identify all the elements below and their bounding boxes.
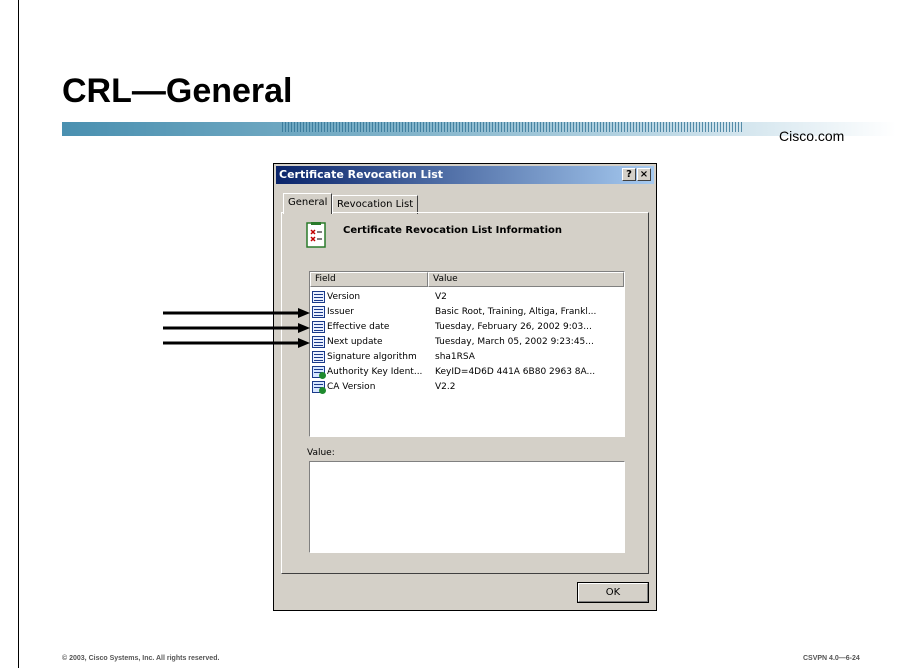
arrow-next-update bbox=[163, 338, 310, 348]
arrow-effective-date bbox=[163, 323, 310, 333]
copyright-footer: © 2003, Cisco Systems, Inc. All rights r… bbox=[62, 655, 220, 662]
course-code-footer: CSVPN 4.0—6-24 bbox=[803, 655, 860, 662]
arrow-issuer bbox=[163, 308, 310, 318]
tab-general[interactable]: General bbox=[283, 193, 333, 214]
annotation-arrows bbox=[163, 308, 310, 348]
